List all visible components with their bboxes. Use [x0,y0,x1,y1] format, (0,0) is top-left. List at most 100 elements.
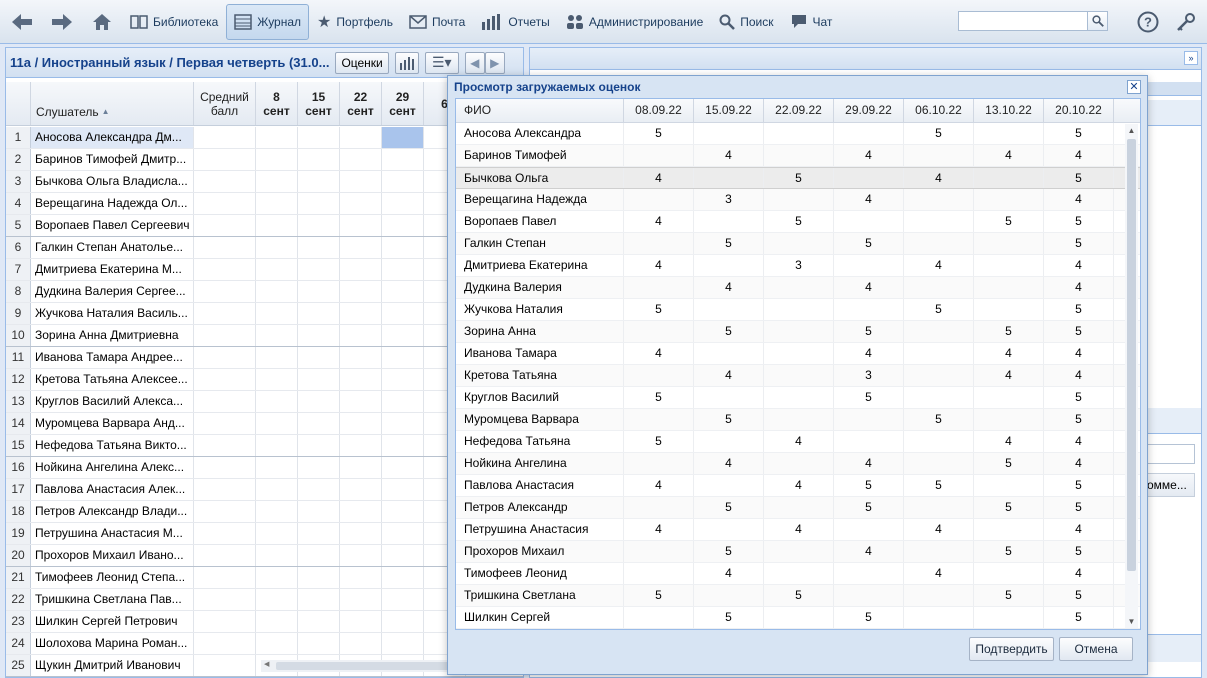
grade-cell[interactable] [256,457,298,478]
grade-cell[interactable] [382,325,424,346]
scroll-up-icon[interactable]: ▲ [1125,126,1138,135]
student-name-cell[interactable]: Нефедова Татьяна Викто... [31,435,194,456]
average-cell[interactable] [194,391,256,412]
average-cell[interactable] [194,325,256,346]
grade-cell[interactable] [298,149,340,170]
grade-cell[interactable] [298,325,340,346]
table-row[interactable]: Петрушина Анастасия 4 4 4 4 [456,519,1140,541]
grade-cell[interactable] [256,501,298,522]
grade-cell[interactable] [340,567,382,588]
mail-button[interactable]: Почта [401,4,473,40]
grade-cell[interactable] [382,237,424,258]
grade-cell[interactable] [298,281,340,302]
average-cell[interactable] [194,259,256,280]
date-column-header[interactable]: 8 сент [256,82,298,125]
grade-cell[interactable] [256,193,298,214]
table-row[interactable]: 1 Аносова Александра Дм... [6,127,523,149]
menu-button[interactable]: ☰▾ [424,51,459,74]
date-column-header[interactable]: 15 сент [298,82,340,125]
admin-button[interactable]: Администрирование [558,4,711,40]
average-cell[interactable] [194,369,256,390]
table-row[interactable]: Муромцева Варвара 5 5 5 [456,409,1140,431]
table-row[interactable]: 18 Петров Александр Влади... [6,501,523,523]
help-icon[interactable]: ? [1136,10,1160,34]
table-row[interactable]: Шилкин Сергей 5 5 5 [456,607,1140,629]
grade-cell[interactable] [382,347,424,368]
average-cell[interactable] [194,633,256,654]
student-name-cell[interactable]: Аносова Александра Дм... [31,127,194,148]
grade-cell[interactable] [256,127,298,148]
table-row[interactable]: Дмитриева Екатерина 4 3 4 4 [456,255,1140,277]
table-row[interactable]: 10 Зорина Анна Дмитриевна [6,325,523,347]
table-row[interactable]: 13 Круглов Василий Алекса... [6,391,523,413]
table-row[interactable]: 3 Бычкова Ольга Владисла... [6,171,523,193]
table-row[interactable]: 23 Шилкин Сергей Петрович [6,611,523,633]
average-cell[interactable] [194,567,256,588]
grade-cell[interactable] [340,149,382,170]
grade-cell[interactable] [382,303,424,324]
grade-cell[interactable] [298,369,340,390]
grade-cell[interactable] [382,611,424,632]
grade-cell[interactable] [256,545,298,566]
grade-cell[interactable] [256,391,298,412]
home-icon[interactable] [82,2,122,42]
grade-cell[interactable] [340,633,382,654]
student-name-cell[interactable]: Петрушина Анастасия М... [31,523,194,544]
table-row[interactable]: Тимофеев Леонид 4 4 4 [456,563,1140,585]
average-cell[interactable] [194,127,256,148]
average-cell[interactable] [194,523,256,544]
average-cell[interactable] [194,237,256,258]
search-submit-icon[interactable] [1087,12,1107,30]
average-cell[interactable] [194,193,256,214]
average-cell[interactable] [194,149,256,170]
scrollbar-thumb[interactable] [276,662,476,670]
table-row[interactable]: 21 Тимофеев Леонид Степа... [6,567,523,589]
grade-cell[interactable] [256,435,298,456]
table-row[interactable]: 16 Нойкина Ангелина Алекс... [6,457,523,479]
grade-cell[interactable] [382,259,424,280]
student-name-cell[interactable]: Тришкина Светлана Пав... [31,589,194,610]
average-cell[interactable] [194,303,256,324]
expand-panel-icon[interactable]: » [1184,51,1198,65]
table-row[interactable]: 8 Дудкина Валерия Сергее... [6,281,523,303]
table-row[interactable]: Бычкова Ольга 4 5 4 5 [456,167,1140,189]
average-cell[interactable] [194,457,256,478]
grade-cell[interactable] [340,457,382,478]
grade-cell[interactable] [382,369,424,390]
grade-cell[interactable] [340,193,382,214]
chat-button[interactable]: Чат [782,4,841,40]
library-button[interactable]: Библиотека [122,4,226,40]
grade-cell[interactable] [340,413,382,434]
scroll-down-icon[interactable]: ▼ [1125,617,1138,626]
grade-cell[interactable] [382,633,424,654]
grade-cell[interactable] [382,413,424,434]
grade-cell[interactable] [256,523,298,544]
table-row[interactable]: 6 Галкин Степан Анатолье... [6,237,523,259]
grade-cell[interactable] [382,435,424,456]
table-row[interactable]: Кретова Татьяна 4 3 4 4 [456,365,1140,387]
grade-cell[interactable] [382,501,424,522]
table-row[interactable]: 11 Иванова Тамара Андрее... [6,347,523,369]
grade-cell[interactable] [340,325,382,346]
student-name-cell[interactable]: Зорина Анна Дмитриевна [31,325,194,346]
grade-cell[interactable] [340,303,382,324]
grade-cell[interactable] [340,435,382,456]
grade-cell[interactable] [382,281,424,302]
table-row[interactable]: Нойкина Ангелина 4 4 5 4 [456,453,1140,475]
table-row[interactable]: Галкин Степан 5 5 5 [456,233,1140,255]
grade-cell[interactable] [256,281,298,302]
grade-cell[interactable] [340,259,382,280]
date-column-header[interactable]: 13.10.22 [974,99,1044,122]
date-column-header[interactable]: 15.09.22 [694,99,764,122]
table-row[interactable]: Нефедова Татьяна 5 4 4 4 [456,431,1140,453]
grade-cell[interactable] [298,545,340,566]
student-name-cell[interactable]: Шолохова Марина Роман... [31,633,194,654]
average-cell[interactable] [194,655,256,676]
table-row[interactable]: 4 Верещагина Надежда Ол... [6,193,523,215]
student-name-cell[interactable]: Прохоров Михаил Ивано... [31,545,194,566]
student-name-cell[interactable]: Галкин Степан Анатолье... [31,237,194,258]
grade-cell[interactable] [382,193,424,214]
grade-cell[interactable] [256,171,298,192]
date-column-header[interactable]: 20.10.22 [1044,99,1114,122]
table-row[interactable]: Круглов Василий 5 5 5 [456,387,1140,409]
